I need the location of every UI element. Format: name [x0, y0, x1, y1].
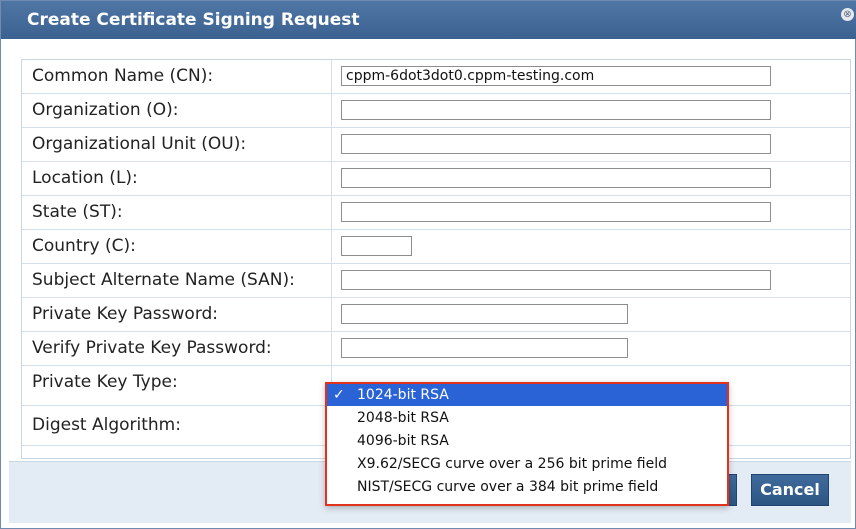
row-location: Location (L): [22, 162, 850, 196]
row-subject-alternate-name: Subject Alternate Name (SAN): [22, 264, 850, 298]
private-key-password-label: Private Key Password: [22, 298, 332, 331]
common-name-label: Common Name (CN): [22, 60, 332, 93]
san-input[interactable] [341, 270, 771, 290]
dropdown-option[interactable]: NIST/SECG curve over a 384 bit prime fie… [327, 476, 727, 498]
row-state: State (ST): [22, 196, 850, 230]
option-label: X9.62/SECG curve over a 256 bit prime fi… [357, 456, 667, 472]
location-input[interactable] [341, 168, 771, 188]
dropdown-option[interactable]: ✓ 1024-bit RSA [327, 384, 727, 406]
organization-input[interactable] [341, 100, 771, 120]
verify-private-key-password-label: Verify Private Key Password: [22, 332, 332, 365]
private-key-password-input[interactable] [341, 304, 628, 324]
row-verify-private-key-password: Verify Private Key Password: [22, 332, 850, 366]
row-organization: Organization (O): [22, 94, 850, 128]
row-organizational-unit: Organizational Unit (OU): [22, 128, 850, 162]
organizational-unit-label: Organizational Unit (OU): [22, 128, 332, 161]
country-label: Country (C): [22, 230, 332, 263]
country-input[interactable] [341, 236, 412, 256]
private-key-type-label: Private Key Type: [22, 366, 332, 405]
option-label: 2048-bit RSA [357, 410, 449, 426]
option-label: 4096-bit RSA [357, 433, 449, 449]
dropdown-option[interactable]: 4096-bit RSA [327, 430, 727, 452]
dropdown-option[interactable]: 2048-bit RSA [327, 407, 727, 429]
dialog-title-bar: Create Certificate Signing Request ⊗ [1, 1, 856, 39]
organizational-unit-input[interactable] [341, 134, 771, 154]
option-label: NIST/SECG curve over a 384 bit prime fie… [357, 479, 659, 495]
state-label: State (ST): [22, 196, 332, 229]
option-label: 1024-bit RSA [357, 387, 449, 403]
row-common-name: Common Name (CN): [22, 60, 850, 94]
cancel-button[interactable]: Cancel [751, 474, 829, 506]
verify-private-key-password-input[interactable] [341, 338, 628, 358]
private-key-type-dropdown[interactable]: ✓ 1024-bit RSA 2048-bit RSA 4096-bit RSA… [325, 382, 729, 506]
dialog-title: Create Certificate Signing Request [27, 10, 360, 30]
state-input[interactable] [341, 202, 771, 222]
common-name-input[interactable] [341, 66, 771, 86]
san-label: Subject Alternate Name (SAN): [22, 264, 332, 297]
close-icon[interactable]: ⊗ [841, 8, 854, 21]
checkmark-icon: ✓ [333, 387, 345, 403]
row-private-key-password: Private Key Password: [22, 298, 850, 332]
organization-label: Organization (O): [22, 94, 332, 127]
csr-dialog: Create Certificate Signing Request ⊗ Com… [0, 0, 856, 529]
dropdown-option[interactable]: X9.62/SECG curve over a 256 bit prime fi… [327, 453, 727, 475]
location-label: Location (L): [22, 162, 332, 195]
row-country: Country (C): [22, 230, 850, 264]
digest-algorithm-label: Digest Algorithm: [22, 406, 332, 445]
